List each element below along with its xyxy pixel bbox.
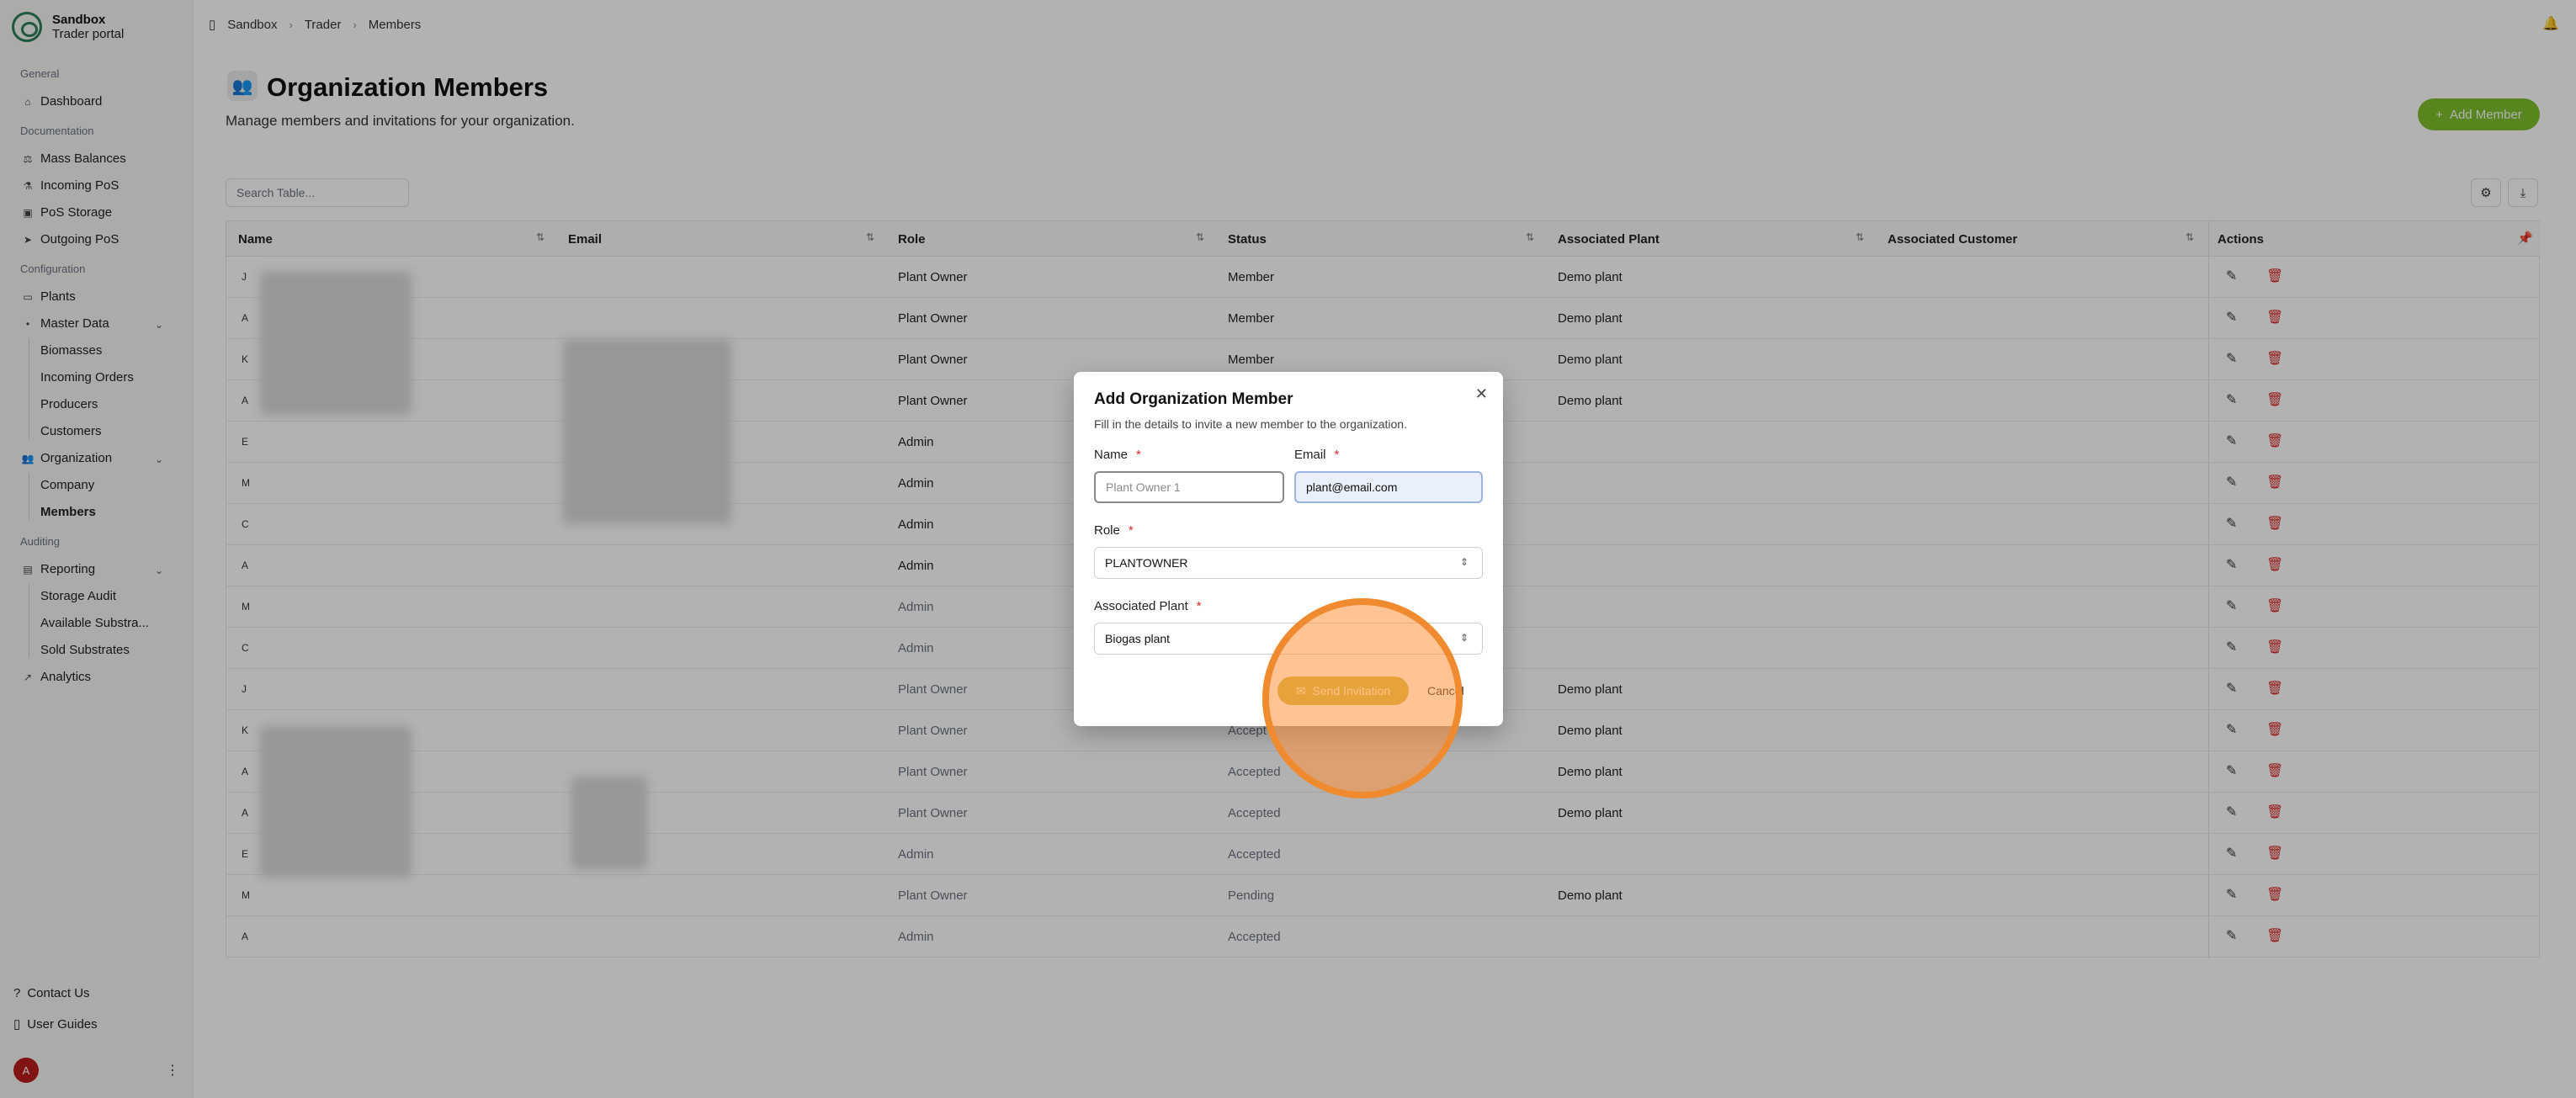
email-label: Email * xyxy=(1294,448,1340,462)
chevron-updown-icon: ⇕ xyxy=(1459,556,1469,568)
dialog-title: Add Organization Member xyxy=(1094,390,1293,408)
mail-icon: ✉ xyxy=(1295,683,1306,698)
plant-label: Associated Plant * xyxy=(1094,599,1202,613)
plant-select[interactable]: Biogas plant ⇕ xyxy=(1094,623,1483,655)
role-select[interactable]: PLANTOWNER ⇕ xyxy=(1094,547,1483,579)
close-icon[interactable]: ✕ xyxy=(1475,385,1488,403)
cancel-button[interactable]: Cancel xyxy=(1427,676,1464,705)
chevron-updown-icon: ⇕ xyxy=(1459,632,1469,644)
email-input[interactable]: plant@email.com xyxy=(1294,471,1483,503)
name-input[interactable]: Plant Owner 1 xyxy=(1094,471,1284,503)
dialog-description: Fill in the details to invite a new memb… xyxy=(1094,417,1407,431)
name-label: Name * xyxy=(1094,448,1141,462)
role-label: Role * xyxy=(1094,523,1134,538)
add-member-dialog: Add Organization Member Fill in the deta… xyxy=(1074,372,1503,726)
send-invitation-button[interactable]: ✉ Send Invitation xyxy=(1277,676,1409,705)
